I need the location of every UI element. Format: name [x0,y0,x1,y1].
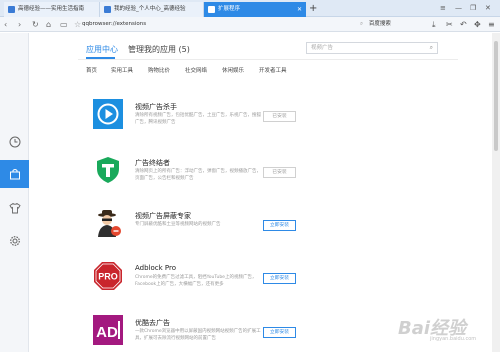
extension-search-placeholder: 视频广告 [311,45,334,51]
extension-favicon-icon [208,6,215,13]
browser-tab-label: 扩展程序 [218,6,241,12]
page-favicon-icon [8,6,15,13]
tab-app-center[interactable]: 应用中心 [86,44,118,55]
extension-item: 视频广告杀手 清除所有视频广告，包括优酷广告，土豆广告，乐视广告，搜狐广告，腾讯… [93,99,493,145]
extension-desc: 专门屏蔽优酷和土豆等视频网站的视频广告 [135,222,221,227]
sidebar-item-skins[interactable] [0,194,29,222]
extension-desc: Chrome的免费广告过滤工具，阻挡YouTube上的视频广告，Facebook… [135,275,257,287]
clock-icon [9,136,20,148]
extension-name: 视频广告杀手 [135,103,177,111]
category-entertainment[interactable]: 休闲娱乐 [222,66,244,74]
download-icon[interactable]: ⤓ [432,18,436,31]
page-favicon-icon [104,6,111,13]
category-developer[interactable]: 开发者工具 [259,66,287,74]
extension-desc: 一款Chrome浏览器中用以屏蔽国内视频网站视频广告的扩展工具，扩展可去除流行视… [135,329,261,341]
category-home[interactable]: 首页 [86,66,97,74]
extensions-icon[interactable]: ✥ [474,18,481,31]
minimize-icon[interactable]: — [455,2,462,14]
forward-icon[interactable]: › [18,18,21,31]
search-engine-label: 百度搜索 [368,21,391,27]
browser-tab-label: 我的经验_个人中心_高德经验 [114,6,186,12]
scrollbar-thumb[interactable] [494,41,498,151]
category-social[interactable]: 社交网络 [185,66,207,74]
extension-name: 优酷去广告 [135,319,170,327]
extension-desc: 清除网页上的所有广告：浮动广告，弹窗广告，视频播放广告，页面广告，公告栏和视频广… [135,169,261,181]
install-button[interactable]: 立即安装 [263,327,296,338]
category-shopping[interactable]: 购物比价 [148,66,170,74]
installed-button[interactable]: 已安装 [263,111,296,122]
back-icon[interactable]: ‹ [4,18,7,31]
ad-block-icon: AD [93,315,123,345]
sidebar [0,33,29,352]
gear-icon [9,236,20,246]
extension-item: 广告终结者 清除网页上的所有广告：浮动广告，弹窗广告，视频播放广告，页面广告，公… [93,155,493,201]
extension-name: 视频广告屏蔽专家 [135,212,191,220]
home-icon[interactable]: ⌂ [46,18,51,31]
tab-manage-count: (5) [178,45,190,54]
browser-tab-extensions[interactable]: 扩展程序 ✕ [204,2,306,17]
extension-name: Adblock Pro [135,264,177,272]
install-button[interactable]: 立即安装 [263,220,296,231]
extension-desc: 清除所有视频广告，包括优酷广告，土豆广告，乐视广告，搜狐广告，腾讯视频广告 [135,113,261,125]
tab-manage-label: 管理我的应用 [128,45,176,54]
bag-icon [9,169,20,180]
tab-manage-apps[interactable]: 管理我的应用 (5) [128,44,190,55]
sidebar-item-settings[interactable] [0,227,29,255]
close-window-icon[interactable]: ✕ [485,2,491,14]
scissors-icon[interactable]: ✂ [446,18,453,31]
search-box[interactable]: ⌕ 百度搜索 [360,19,391,30]
svg-text:AD: AD [96,324,118,341]
category-tools[interactable]: 实用工具 [111,66,133,74]
spy-agent-icon [93,208,123,238]
address-input[interactable]: qqbrowser://extensions [82,19,332,30]
play-circle-icon [93,99,123,129]
search-icon: ⌕ [360,21,364,27]
extension-item: 视频广告屏蔽专家 专门屏蔽优酷和土豆等视频网站的视频广告 立即安装 [93,208,493,254]
maximize-icon[interactable]: ❐ [470,2,476,14]
extension-item: PRO Adblock Pro Chrome的免费广告过滤工具，阻挡YouTub… [93,261,493,307]
installed-button[interactable]: 已安装 [263,167,296,178]
refresh-icon[interactable]: ↻ [32,18,39,31]
browser-tab-2[interactable]: 我的经验_个人中心_高德经验 [100,2,204,17]
extension-search-input[interactable]: 视频广告 ⌕ [306,42,438,54]
star-icon[interactable]: ☆ [74,18,81,31]
pro-stop-sign-icon: PRO [93,261,123,291]
menu-icon[interactable]: ≡ [440,2,446,14]
close-tab-icon[interactable]: ✕ [297,2,302,17]
scrollbar[interactable] [492,33,500,352]
header-divider [78,59,458,60]
browser-tab-label: 高德经验——实用生活指南 [18,6,85,12]
browser-tab-1[interactable]: 高德经验——实用生活指南 [4,2,100,17]
sidebar-item-history[interactable] [0,128,29,156]
more-icon[interactable]: ≡ [488,18,495,31]
sidebar-item-app-center[interactable] [0,160,29,188]
shield-t-icon [93,155,123,185]
extensions-page: 应用中心 管理我的应用 (5) 视频广告 ⌕ 首页 实用工具 购物比价 社交网络… [30,33,492,352]
search-icon[interactable]: ⌕ [430,43,433,53]
new-tab-icon[interactable]: + [309,2,317,15]
extension-name: 广告终结者 [135,159,170,167]
tab-bar: 高德经验——实用生活指南 我的经验_个人中心_高德经验 扩展程序 ✕ + ≡ —… [0,0,500,17]
svg-text:PRO: PRO [98,272,118,282]
install-button[interactable]: 立即安装 [263,273,296,284]
undo-icon[interactable]: ↶ [460,18,467,31]
watermark-subtext: jingyan.baidu.com [430,336,477,342]
navigation-bar: ‹ › ↻ ⌂ ▭ ☆ qqbrowser://extensions ⌕ 百度搜… [0,17,500,32]
watermark-text: Bai [398,318,431,339]
reader-icon[interactable]: ▭ [60,18,68,31]
shirt-icon [8,202,21,214]
